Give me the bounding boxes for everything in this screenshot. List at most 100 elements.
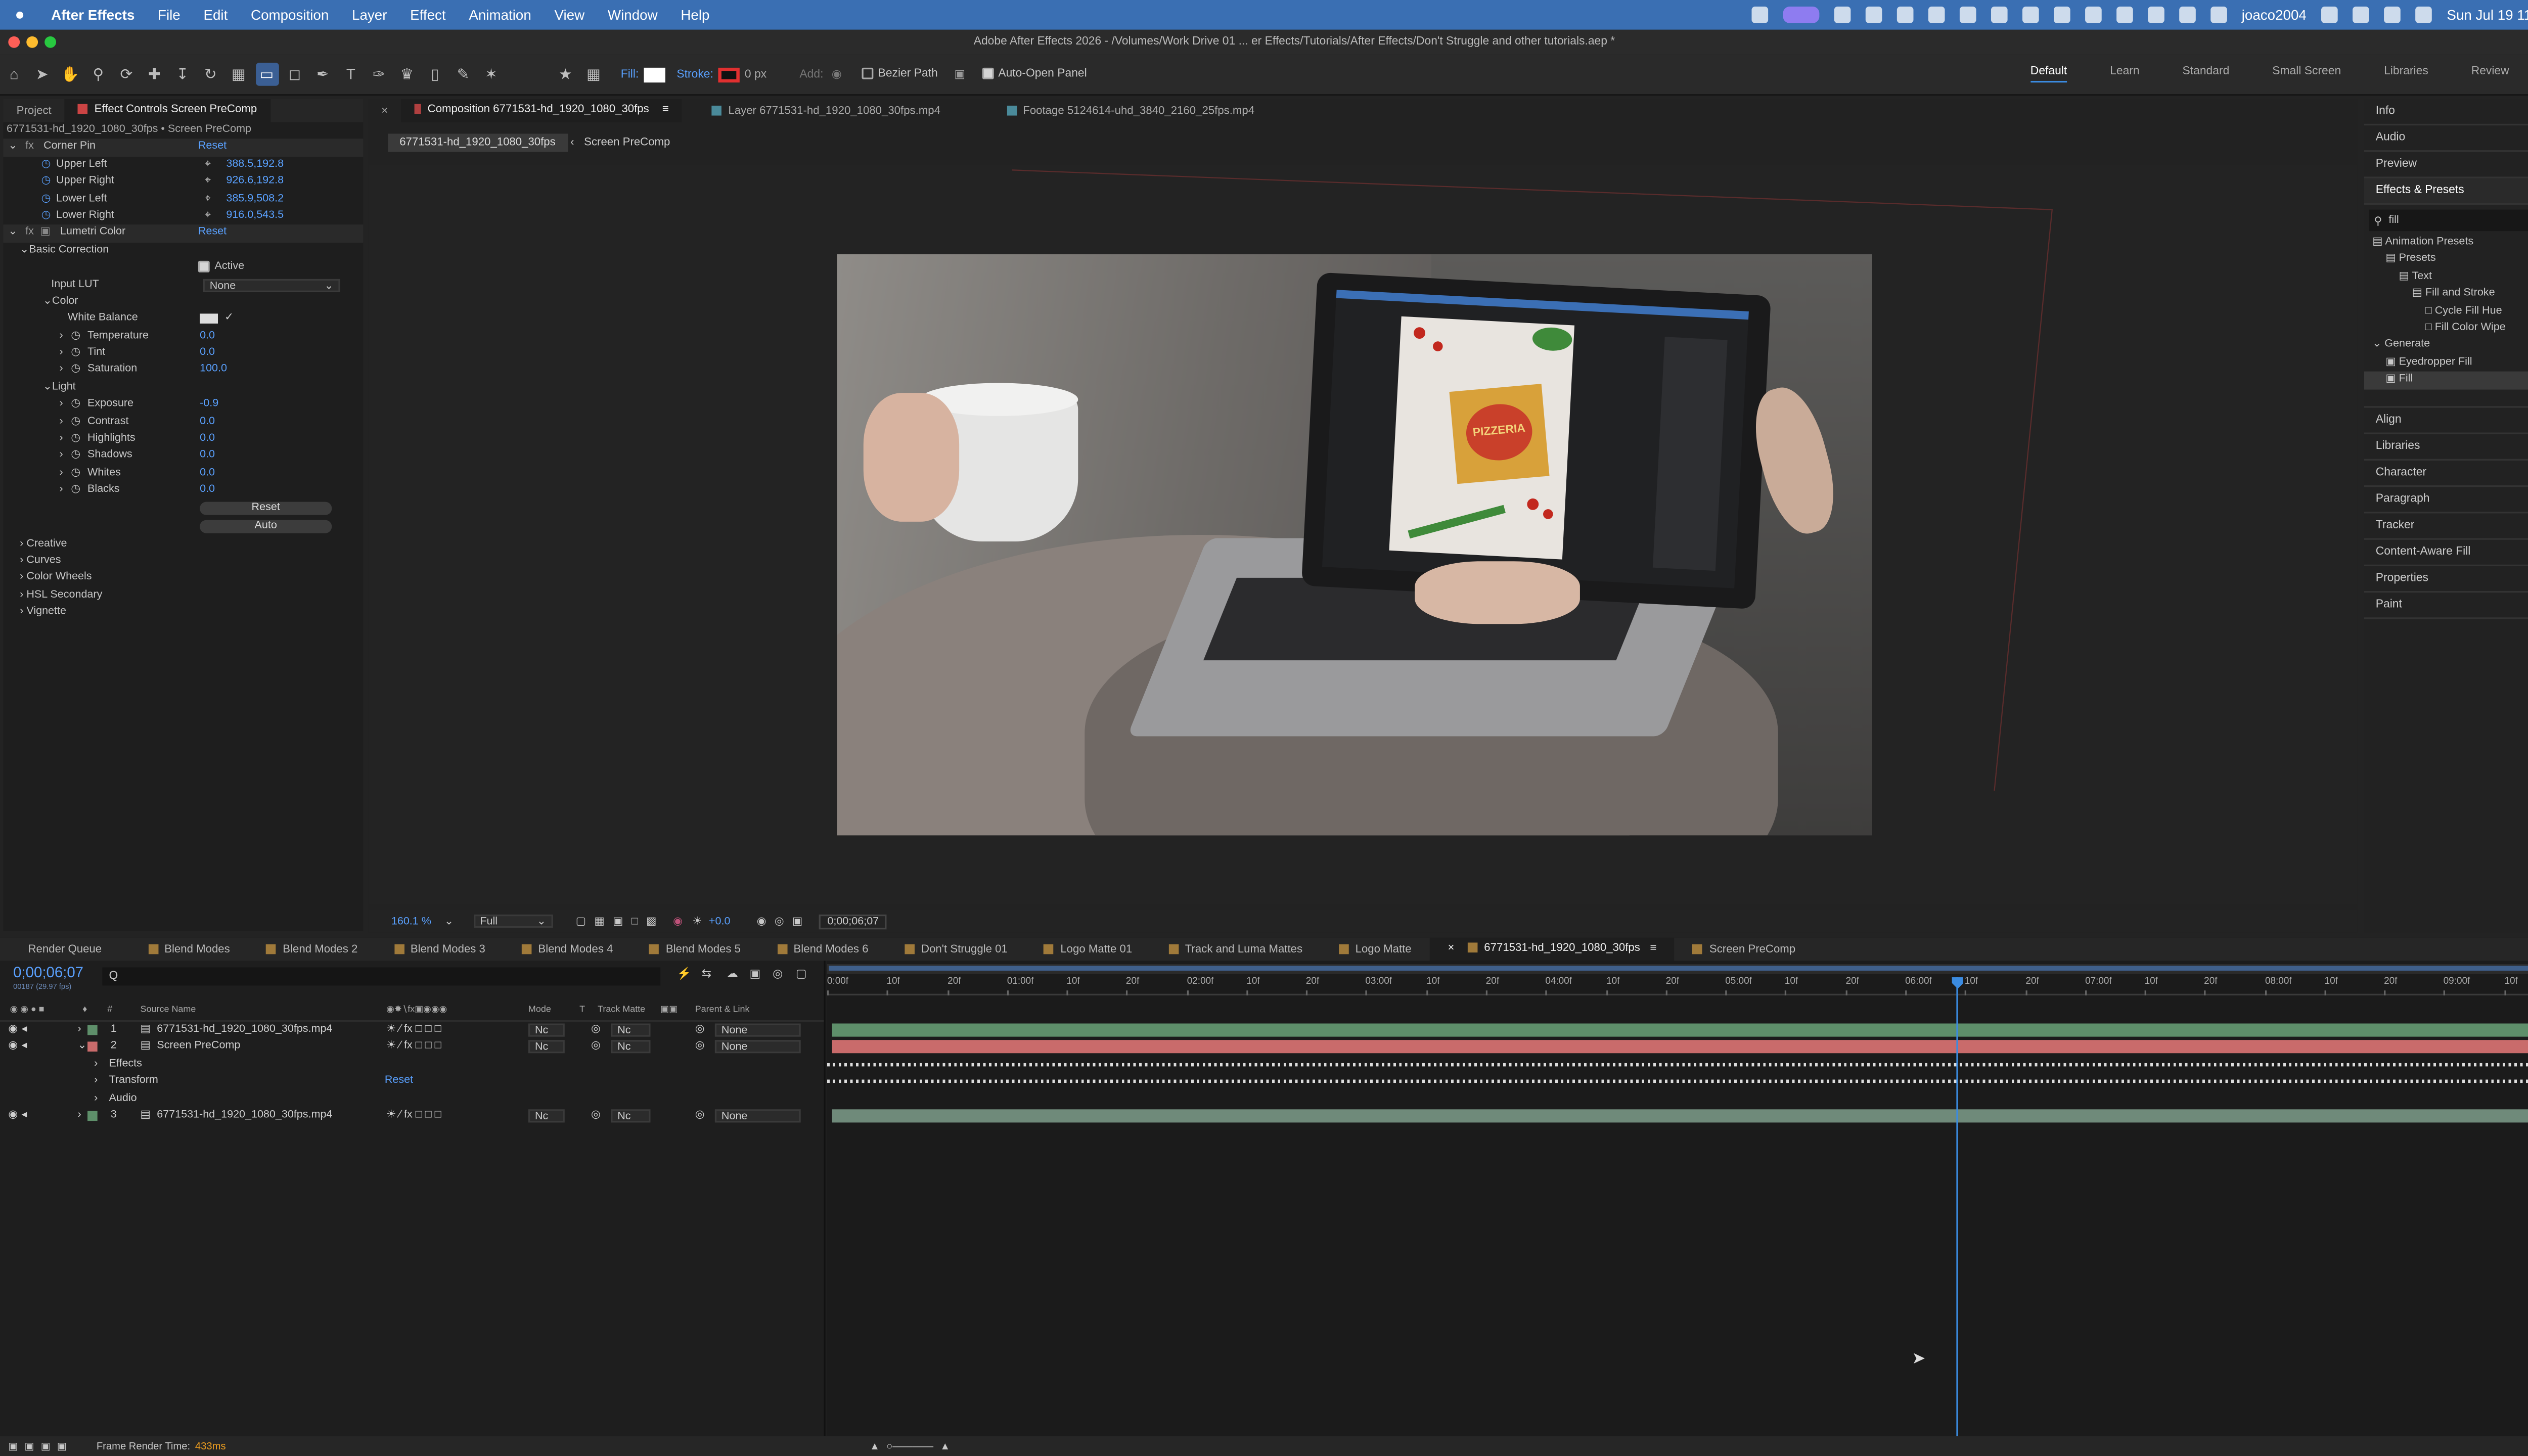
lumetri-section[interactable]: › Curves: [4, 553, 364, 570]
mode-header[interactable]: Mode: [528, 1006, 551, 1016]
timeline-tab[interactable]: Blend Modes: [130, 943, 248, 955]
close-tab-icon[interactable]: ×: [1448, 942, 1455, 954]
workspace-small-screen[interactable]: Small Screen: [2272, 66, 2341, 83]
panel-paint[interactable]: Paint: [2364, 592, 2528, 618]
param-value[interactable]: 100.0: [200, 362, 227, 380]
rectangle-tool-icon[interactable]: ▭: [255, 63, 279, 86]
panel-preview[interactable]: Preview: [2364, 152, 2528, 178]
region-of-interest-icon[interactable]: ▢: [576, 915, 586, 928]
transform-reset[interactable]: Reset: [385, 1073, 413, 1090]
switch-icons[interactable]: ☀ ∕ fx □ □ □: [386, 1108, 441, 1125]
timeline-tab[interactable]: Track and Luma Mattes: [1150, 943, 1321, 955]
home-icon[interactable]: ⌂: [3, 63, 26, 86]
status-icon[interactable]: [1865, 7, 1882, 23]
shy-icon[interactable]: ⇆: [702, 967, 711, 981]
layer-duration-bar[interactable]: [832, 1040, 2528, 1054]
clone-stamp-icon[interactable]: ♛: [395, 63, 419, 86]
selection-tool-icon[interactable]: ➤: [30, 63, 54, 86]
battery-icon[interactable]: [2321, 7, 2338, 23]
stopwatch-icon[interactable]: ◷: [71, 414, 80, 431]
eye-icon[interactable]: ◉: [8, 1108, 18, 1125]
time-graph[interactable]: 0:00f 10f 20f 01:00f 10f 20f 02:00f 10f 20f 03:00…: [827, 961, 2528, 1456]
bluetooth-icon[interactable]: [2179, 7, 2196, 23]
clock[interactable]: Sun Jul 19 11:24PM: [2447, 7, 2528, 23]
brush-tool-icon[interactable]: ✑: [368, 63, 391, 86]
zoom-tool-icon[interactable]: ⚲: [86, 63, 110, 86]
panel-libraries[interactable]: Libraries: [2364, 433, 2528, 460]
keyframe-strip[interactable]: [827, 1080, 2528, 1083]
chevron-down-icon[interactable]: ⌄: [8, 141, 17, 153]
param-value[interactable]: 0.0: [200, 448, 215, 465]
viewer-canvas[interactable]: PIZZERIA: [368, 165, 2358, 905]
chevron-right-icon[interactable]: ›: [94, 1073, 98, 1090]
mode-dropdown[interactable]: Nc: [528, 1109, 565, 1123]
pan-tool-icon[interactable]: ✚: [143, 63, 166, 86]
menu-animation[interactable]: Animation: [457, 7, 543, 23]
lumetri-auto-button[interactable]: Auto: [200, 519, 332, 533]
effects-presets-header[interactable]: Effects & Presets ≡: [2364, 178, 2528, 205]
breadcrumb-item[interactable]: Screen PreComp: [584, 136, 670, 148]
param-value[interactable]: 0.0: [200, 414, 215, 431]
layer-duration-bar[interactable]: [832, 1023, 2528, 1037]
status-icon[interactable]: [2053, 7, 2070, 23]
track-matte-dropdown[interactable]: Nc: [611, 1023, 651, 1037]
crosshair-icon[interactable]: ⌖: [205, 208, 211, 225]
resolution-dropdown[interactable]: Full ⌄: [473, 914, 553, 928]
active-checkbox-wrap[interactable]: Active: [4, 259, 364, 277]
effects-tree-item[interactable]: ⌄ Generate: [2364, 337, 2528, 354]
panel-content-aware-fill[interactable]: Content-Aware Fill: [2364, 539, 2528, 566]
stopwatch-icon[interactable]: ◷: [41, 208, 51, 225]
menu-window[interactable]: Window: [596, 7, 669, 23]
menu-edit[interactable]: Edit: [192, 7, 240, 23]
effects-tree-item[interactable]: ▤ Presets: [2364, 252, 2528, 269]
param-value[interactable]: 0.0: [200, 345, 215, 362]
track-matte-header[interactable]: Track Matte: [598, 1006, 645, 1016]
label-color-swatch[interactable]: [87, 1042, 98, 1053]
in-out-toggle-icon[interactable]: ▣: [57, 1440, 67, 1452]
stopwatch-icon[interactable]: ◷: [71, 431, 80, 448]
tab-footage[interactable]: Footage 5124614-uhd_3840_2160_25fps.mp4: [993, 105, 1268, 116]
work-area-bar[interactable]: [827, 964, 2528, 974]
effects-tree-item[interactable]: ▣ Fillⓘ: [2364, 372, 2528, 389]
param-value[interactable]: 926.6,192.8: [226, 173, 284, 191]
audio-icon[interactable]: ◂: [21, 1039, 27, 1056]
light-toggle[interactable]: ⌄Light: [4, 380, 364, 397]
chevron-down-icon[interactable]: ⌄: [77, 1039, 86, 1056]
status-icon[interactable]: [2147, 7, 2164, 23]
label-color-swatch[interactable]: [87, 1111, 98, 1121]
autoopen-checkbox-wrap[interactable]: Auto-Open Panel: [981, 68, 1087, 80]
search-icon[interactable]: [2384, 7, 2401, 23]
audio-icon[interactable]: ◂: [21, 1108, 27, 1125]
timeline-tab[interactable]: Logo Matte: [1321, 943, 1430, 955]
stopwatch-icon[interactable]: ◷: [71, 328, 80, 345]
stopwatch-icon[interactable]: ◷: [71, 465, 80, 482]
eraser-tool-icon[interactable]: ▯: [424, 63, 447, 86]
switch-icons[interactable]: ☀ ∕ fx □ □ □: [386, 1022, 441, 1039]
parent-dropdown[interactable]: None: [714, 1109, 801, 1123]
switch-icons[interactable]: ☀ ∕ fx □ □ □: [386, 1039, 441, 1056]
audio-icon[interactable]: ◂: [21, 1022, 27, 1039]
tab-layer[interactable]: Layer 6771531-hd_1920_1080_30fps.mp4: [699, 105, 954, 116]
stopwatch-icon[interactable]: ◷: [71, 362, 80, 380]
workspace-review[interactable]: Review: [2471, 66, 2509, 83]
stroke-width[interactable]: 0 px: [745, 69, 766, 80]
property-group[interactable]: › Audio: [0, 1090, 824, 1108]
timeline-tab[interactable]: Render Queue: [0, 943, 130, 955]
time-ruler[interactable]: 0:00f 10f 20f 01:00f 10f 20f 02:00f 10f 20f 03:00…: [827, 976, 2528, 995]
stroke-swatch[interactable]: [718, 67, 740, 82]
layer-name[interactable]: 6771531-hd_1920_1080_30fps.mp4: [157, 1022, 332, 1039]
eye-icon[interactable]: ◉: [8, 1022, 18, 1039]
timeline-tab[interactable]: × 6771531-hd_1920_1080_30fps ≡: [1429, 937, 1675, 961]
panel-align[interactable]: Align: [2364, 407, 2528, 434]
timeline-tab[interactable]: Logo Matte 01: [1026, 943, 1150, 955]
status-icon[interactable]: [1751, 7, 1768, 23]
mode-dropdown[interactable]: Nc: [528, 1023, 565, 1037]
effects-search-input[interactable]: fill: [2388, 214, 2399, 226]
chevron-right-icon[interactable]: ›: [77, 1108, 81, 1125]
mask-visibility-icon[interactable]: □: [631, 916, 638, 927]
wifi-icon[interactable]: [2353, 7, 2369, 23]
eyedropper-icon[interactable]: ✓: [224, 311, 234, 328]
chevron-right-icon[interactable]: ›: [77, 1022, 81, 1039]
parent-header[interactable]: Parent & Link: [695, 1006, 750, 1016]
parent-dropdown[interactable]: None: [714, 1040, 801, 1054]
